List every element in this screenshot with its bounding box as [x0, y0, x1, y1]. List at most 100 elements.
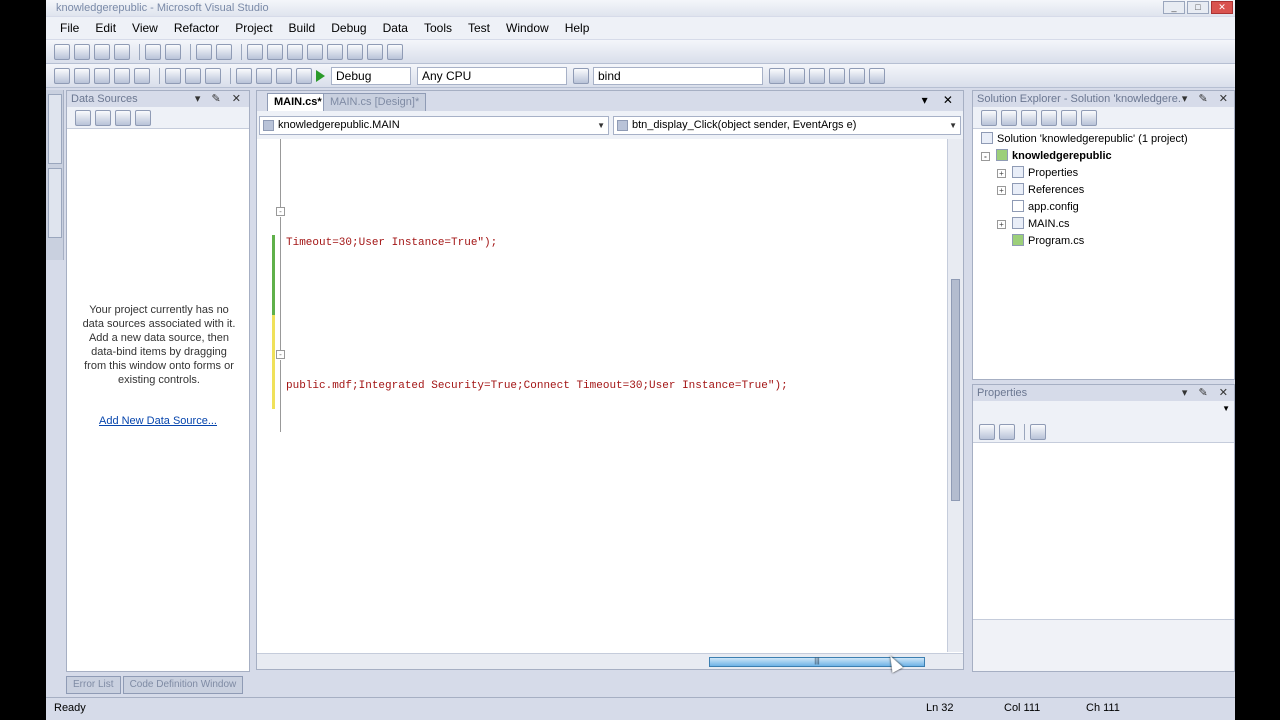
properties-icon[interactable]: [789, 67, 805, 84]
align-left-icon[interactable]: [94, 43, 110, 60]
properties-icon[interactable]: [981, 109, 997, 126]
refresh-icon[interactable]: [1021, 109, 1037, 126]
expand-icon[interactable]: +: [997, 169, 1006, 178]
menu-data[interactable]: Data: [375, 21, 416, 35]
tab-main-cs[interactable]: MAIN.cs*: [267, 93, 329, 111]
menu-debug[interactable]: Debug: [323, 21, 374, 35]
toolbox-tab[interactable]: [48, 168, 62, 238]
property-pages-icon[interactable]: [1030, 423, 1046, 440]
refresh-icon[interactable]: [135, 109, 151, 126]
start-page-icon[interactable]: [849, 67, 865, 84]
undo-icon[interactable]: [236, 67, 252, 84]
expand-icon[interactable]: +: [997, 220, 1006, 229]
font-size-icon[interactable]: [114, 43, 130, 60]
prev-bookmark-folder-icon[interactable]: [307, 43, 323, 60]
vertical-scroll-thumb[interactable]: [951, 279, 960, 501]
uncomment-icon[interactable]: [216, 43, 232, 60]
bookmark-icon[interactable]: [247, 43, 263, 60]
indent-icon[interactable]: [165, 43, 181, 60]
toolbox-icon[interactable]: [829, 67, 845, 84]
tree-project[interactable]: - knowledgerepublic: [981, 148, 1112, 164]
start-debugging-icon[interactable]: [316, 69, 325, 82]
cut-icon[interactable]: [165, 67, 181, 84]
edit-dataset-icon[interactable]: [95, 109, 111, 126]
maximize-button[interactable]: □: [1187, 1, 1209, 14]
open-file-icon[interactable]: [94, 67, 110, 84]
tree-item-program-cs[interactable]: Program.cs: [1012, 233, 1084, 249]
collapse-toggle[interactable]: -: [276, 207, 285, 216]
code-area[interactable]: - - Timeout=30;User Instance=True"); pub…: [257, 139, 947, 654]
copy-icon[interactable]: [185, 67, 201, 84]
menu-build[interactable]: Build: [281, 21, 324, 35]
solution-configuration-select[interactable]: Debug: [331, 66, 411, 85]
next-bookmark-icon[interactable]: [287, 43, 303, 60]
member-combo[interactable]: btn_display_Click(object sender, EventAr…: [613, 116, 961, 135]
object-browser-icon[interactable]: [809, 67, 825, 84]
navigate-backward-icon[interactable]: [276, 67, 292, 84]
navigate-forward-icon[interactable]: [296, 67, 312, 84]
collapse-icon[interactable]: -: [981, 152, 990, 161]
align-icon[interactable]: [74, 43, 90, 60]
tab-main-design[interactable]: MAIN.cs [Design]*: [323, 93, 427, 111]
panel-controls[interactable]: ▾ ✎ ✕: [1181, 91, 1232, 107]
redo-icon[interactable]: [256, 67, 272, 84]
class-combo[interactable]: knowledgerepublic.MAIN ▼: [259, 116, 609, 135]
panel-controls[interactable]: ▾ ✎ ✕: [1181, 385, 1232, 401]
class-view-icon[interactable]: [869, 67, 885, 84]
solution-platform-select[interactable]: Any CPU: [417, 66, 567, 85]
tab-controls[interactable]: ▾ ✕: [922, 93, 959, 107]
minimize-button[interactable]: _: [1163, 1, 1185, 14]
menu-file[interactable]: File: [52, 21, 87, 35]
tab-code-definition[interactable]: Code Definition Window: [122, 676, 244, 694]
menu-help[interactable]: Help: [557, 21, 598, 35]
tree-item-properties[interactable]: + Properties: [997, 165, 1078, 181]
save-all-icon[interactable]: [134, 67, 150, 84]
class-diagram-icon[interactable]: [1081, 109, 1097, 126]
server-explorer-tab[interactable]: [48, 94, 62, 164]
horizontal-scrollbar[interactable]: |||: [257, 653, 963, 669]
tree-item-main-cs[interactable]: + MAIN.cs: [997, 216, 1070, 232]
tree-item-app-config[interactable]: app.config: [1012, 199, 1079, 215]
clear-bookmarks-icon[interactable]: [387, 43, 403, 60]
save-icon[interactable]: [114, 67, 130, 84]
comment-icon[interactable]: [196, 43, 212, 60]
categorized-icon[interactable]: [979, 423, 995, 440]
paste-icon[interactable]: [205, 67, 221, 84]
menu-refactor[interactable]: Refactor: [166, 21, 227, 35]
configure-dataset-icon[interactable]: [115, 109, 131, 126]
new-project-icon[interactable]: [54, 67, 70, 84]
tree-item-references[interactable]: + References: [997, 182, 1084, 198]
tab-error-list[interactable]: Error List: [66, 676, 121, 694]
next-bookmark-folder-icon[interactable]: [327, 43, 343, 60]
next-bookmark-doc-icon[interactable]: [367, 43, 383, 60]
expand-icon[interactable]: +: [997, 186, 1006, 195]
collapse-toggle[interactable]: -: [276, 350, 285, 359]
vertical-scrollbar[interactable]: [947, 139, 963, 652]
chevron-down-icon: ▼: [949, 121, 957, 130]
menu-edit[interactable]: Edit: [87, 21, 124, 35]
menu-tools[interactable]: Tools: [416, 21, 460, 35]
format-icon[interactable]: [54, 43, 70, 60]
prev-bookmark-icon[interactable]: [267, 43, 283, 60]
add-new-data-source-link[interactable]: Add New Data Source...: [67, 415, 249, 427]
outdent-icon[interactable]: [145, 43, 161, 60]
menu-window[interactable]: Window: [498, 21, 557, 35]
view-designer-icon[interactable]: [1061, 109, 1077, 126]
solution-icon: [981, 132, 993, 144]
alphabetical-icon[interactable]: [999, 423, 1015, 440]
find-in-files-icon[interactable]: [573, 67, 589, 84]
menu-view[interactable]: View: [124, 21, 166, 35]
menu-test[interactable]: Test: [460, 21, 498, 35]
properties-object-select[interactable]: ▼: [973, 401, 1234, 421]
panel-controls[interactable]: ▾ ✎ ✕: [195, 91, 245, 107]
show-all-files-icon[interactable]: [1001, 109, 1017, 126]
solution-explorer-icon[interactable]: [769, 67, 785, 84]
add-item-icon[interactable]: [74, 67, 90, 84]
close-button[interactable]: ✕: [1211, 1, 1233, 14]
view-code-icon[interactable]: [1041, 109, 1057, 126]
tree-solution[interactable]: Solution 'knowledgerepublic' (1 project): [981, 131, 1188, 147]
prev-bookmark-doc-icon[interactable]: [347, 43, 363, 60]
menu-project[interactable]: Project: [227, 21, 280, 35]
add-data-source-icon[interactable]: [75, 109, 91, 126]
find-combo[interactable]: bind: [593, 66, 763, 85]
